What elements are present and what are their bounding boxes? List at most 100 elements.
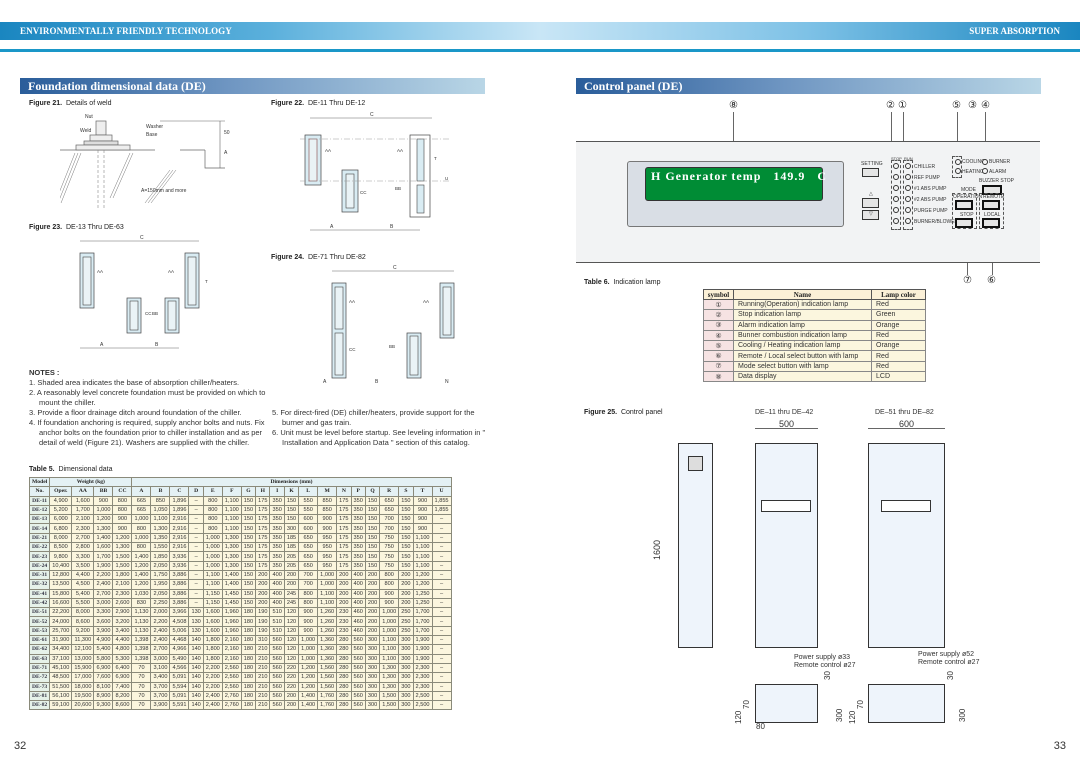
value-cell: 120	[283, 616, 300, 627]
value-cell: 900	[112, 514, 133, 525]
value-cell: 16,600	[49, 597, 73, 609]
value-cell: 1,200	[112, 532, 133, 544]
value-cell: 900	[412, 523, 433, 534]
value-cell: 4,900	[49, 495, 73, 506]
value-cell: 1,260	[317, 625, 338, 637]
value-cell: 2,500	[412, 690, 433, 702]
value-cell: 150	[398, 542, 414, 553]
dim-120-b: 120	[848, 710, 857, 724]
burner-label: BURNER	[989, 159, 1011, 165]
value-cell: 1,100	[412, 542, 433, 553]
column-header: R	[379, 486, 400, 497]
value-cell: 350	[350, 551, 366, 562]
value-cell: 175	[255, 495, 271, 506]
table-row: DE-12 5,200 1,700 1,000 800 665 1,050 1,896–800…	[28, 504, 452, 516]
value-cell: 1,150	[202, 588, 223, 599]
bolt	[95, 120, 107, 136]
value-cell: 950	[317, 532, 338, 544]
table-row: DE-31 12,800 4,400 2,200 1,800 1,400 1,750 3,88…	[28, 569, 452, 581]
header-name: Name	[733, 289, 872, 300]
value-cell: 205	[283, 551, 300, 562]
value-cell: 180	[240, 607, 257, 618]
value-cell: 280	[336, 681, 352, 692]
value-cell: 3,936	[169, 551, 190, 562]
value-cell: 140	[188, 662, 204, 674]
run-item-label: #1 ABS PUMP	[914, 186, 947, 192]
column-header: B	[150, 486, 171, 497]
value-cell: 1,700	[93, 551, 114, 562]
value-cell: 175	[255, 551, 271, 562]
name-cell: Cooling / Heating indication lamp	[733, 340, 872, 352]
value-cell: 15,800	[49, 588, 73, 599]
value-cell: 1,200	[298, 672, 319, 683]
cooling-lamp	[955, 159, 961, 165]
column-header: Q	[364, 486, 381, 497]
value-cell: 1,400	[221, 579, 242, 590]
value-cell: 900	[379, 597, 400, 609]
value-cell: 600	[298, 523, 319, 534]
note-item: 1. Shaded area indicates the base of abs…	[29, 378, 240, 387]
dim-120-a: 120	[734, 710, 743, 724]
value-cell: 3,900	[150, 700, 171, 711]
value-cell: 175	[336, 532, 352, 544]
value-cell: 400	[269, 588, 285, 599]
value-cell: 8,000	[71, 607, 95, 618]
value-cell: 8,900	[93, 690, 114, 702]
value-cell: 400	[269, 569, 285, 581]
value-cell: –	[431, 672, 452, 683]
value-cell: 150	[398, 523, 414, 534]
figure-24-layout-diagram: C AA AA CC BB A B N	[323, 265, 455, 385]
value-cell: 4,900	[93, 635, 114, 646]
value-cell: 400	[350, 579, 366, 590]
value-cell: 800	[131, 542, 152, 553]
value-cell: 560	[269, 644, 285, 655]
model-cell: DE-21	[28, 532, 51, 544]
value-cell: 1,100	[379, 653, 400, 664]
lamp-color-cell: LCD	[871, 371, 926, 383]
mode-stop-button[interactable]	[955, 218, 973, 228]
up-button[interactable]	[862, 198, 879, 208]
operation-button[interactable]	[955, 200, 973, 210]
value-cell: 200	[364, 616, 381, 627]
value-cell: 1,960	[221, 616, 242, 627]
callout-8: ⑧	[729, 100, 738, 111]
svg-text:B: B	[375, 379, 379, 385]
value-cell: 150	[240, 532, 257, 544]
value-cell: 300	[364, 644, 381, 655]
value-cell: 180	[240, 635, 257, 646]
value-cell: 1,500	[379, 700, 400, 711]
value-cell: 300	[364, 700, 381, 711]
heating-lamp	[955, 168, 961, 174]
value-cell: 1,500	[379, 690, 400, 702]
value-cell: 560	[350, 644, 366, 655]
value-cell: 800	[298, 588, 319, 599]
value-cell: 200	[364, 579, 381, 590]
svg-text:U: U	[445, 176, 448, 181]
local-button[interactable]	[982, 218, 1000, 228]
value-cell: 6,800	[49, 523, 73, 534]
header-right-title: SUPER ABSORPTION	[969, 26, 1060, 36]
value-cell: 2,200	[93, 569, 114, 581]
label-nut: Nut	[85, 114, 93, 120]
table-row: ⑥ Remote / Local select button with lamp R…	[703, 350, 926, 362]
value-cell: 3,500	[71, 560, 95, 571]
value-cell: 1,100	[379, 644, 400, 655]
remote-button[interactable]	[982, 200, 1000, 210]
callout-3: ③	[968, 100, 977, 111]
value-cell: 1,350	[150, 532, 171, 544]
value-cell: 70	[131, 690, 152, 702]
value-cell: 150	[240, 514, 257, 525]
value-cell: 800	[202, 495, 223, 506]
value-cell: 150	[283, 504, 300, 516]
notes-block-continued: 5. For direct-fired (DE) chiller/heaters…	[272, 408, 492, 448]
setting-button[interactable]	[862, 168, 879, 177]
value-cell: 180	[240, 672, 257, 683]
value-cell: 37,100	[49, 653, 73, 664]
callout-6: ⑥	[987, 275, 996, 286]
model-cell: DE-32	[28, 579, 51, 590]
value-cell: 750	[379, 551, 400, 562]
value-cell: 120	[283, 644, 300, 655]
value-cell: 1,900	[412, 635, 433, 646]
value-cell: 1,300	[379, 672, 400, 683]
run-col-label: RUN	[904, 156, 913, 161]
